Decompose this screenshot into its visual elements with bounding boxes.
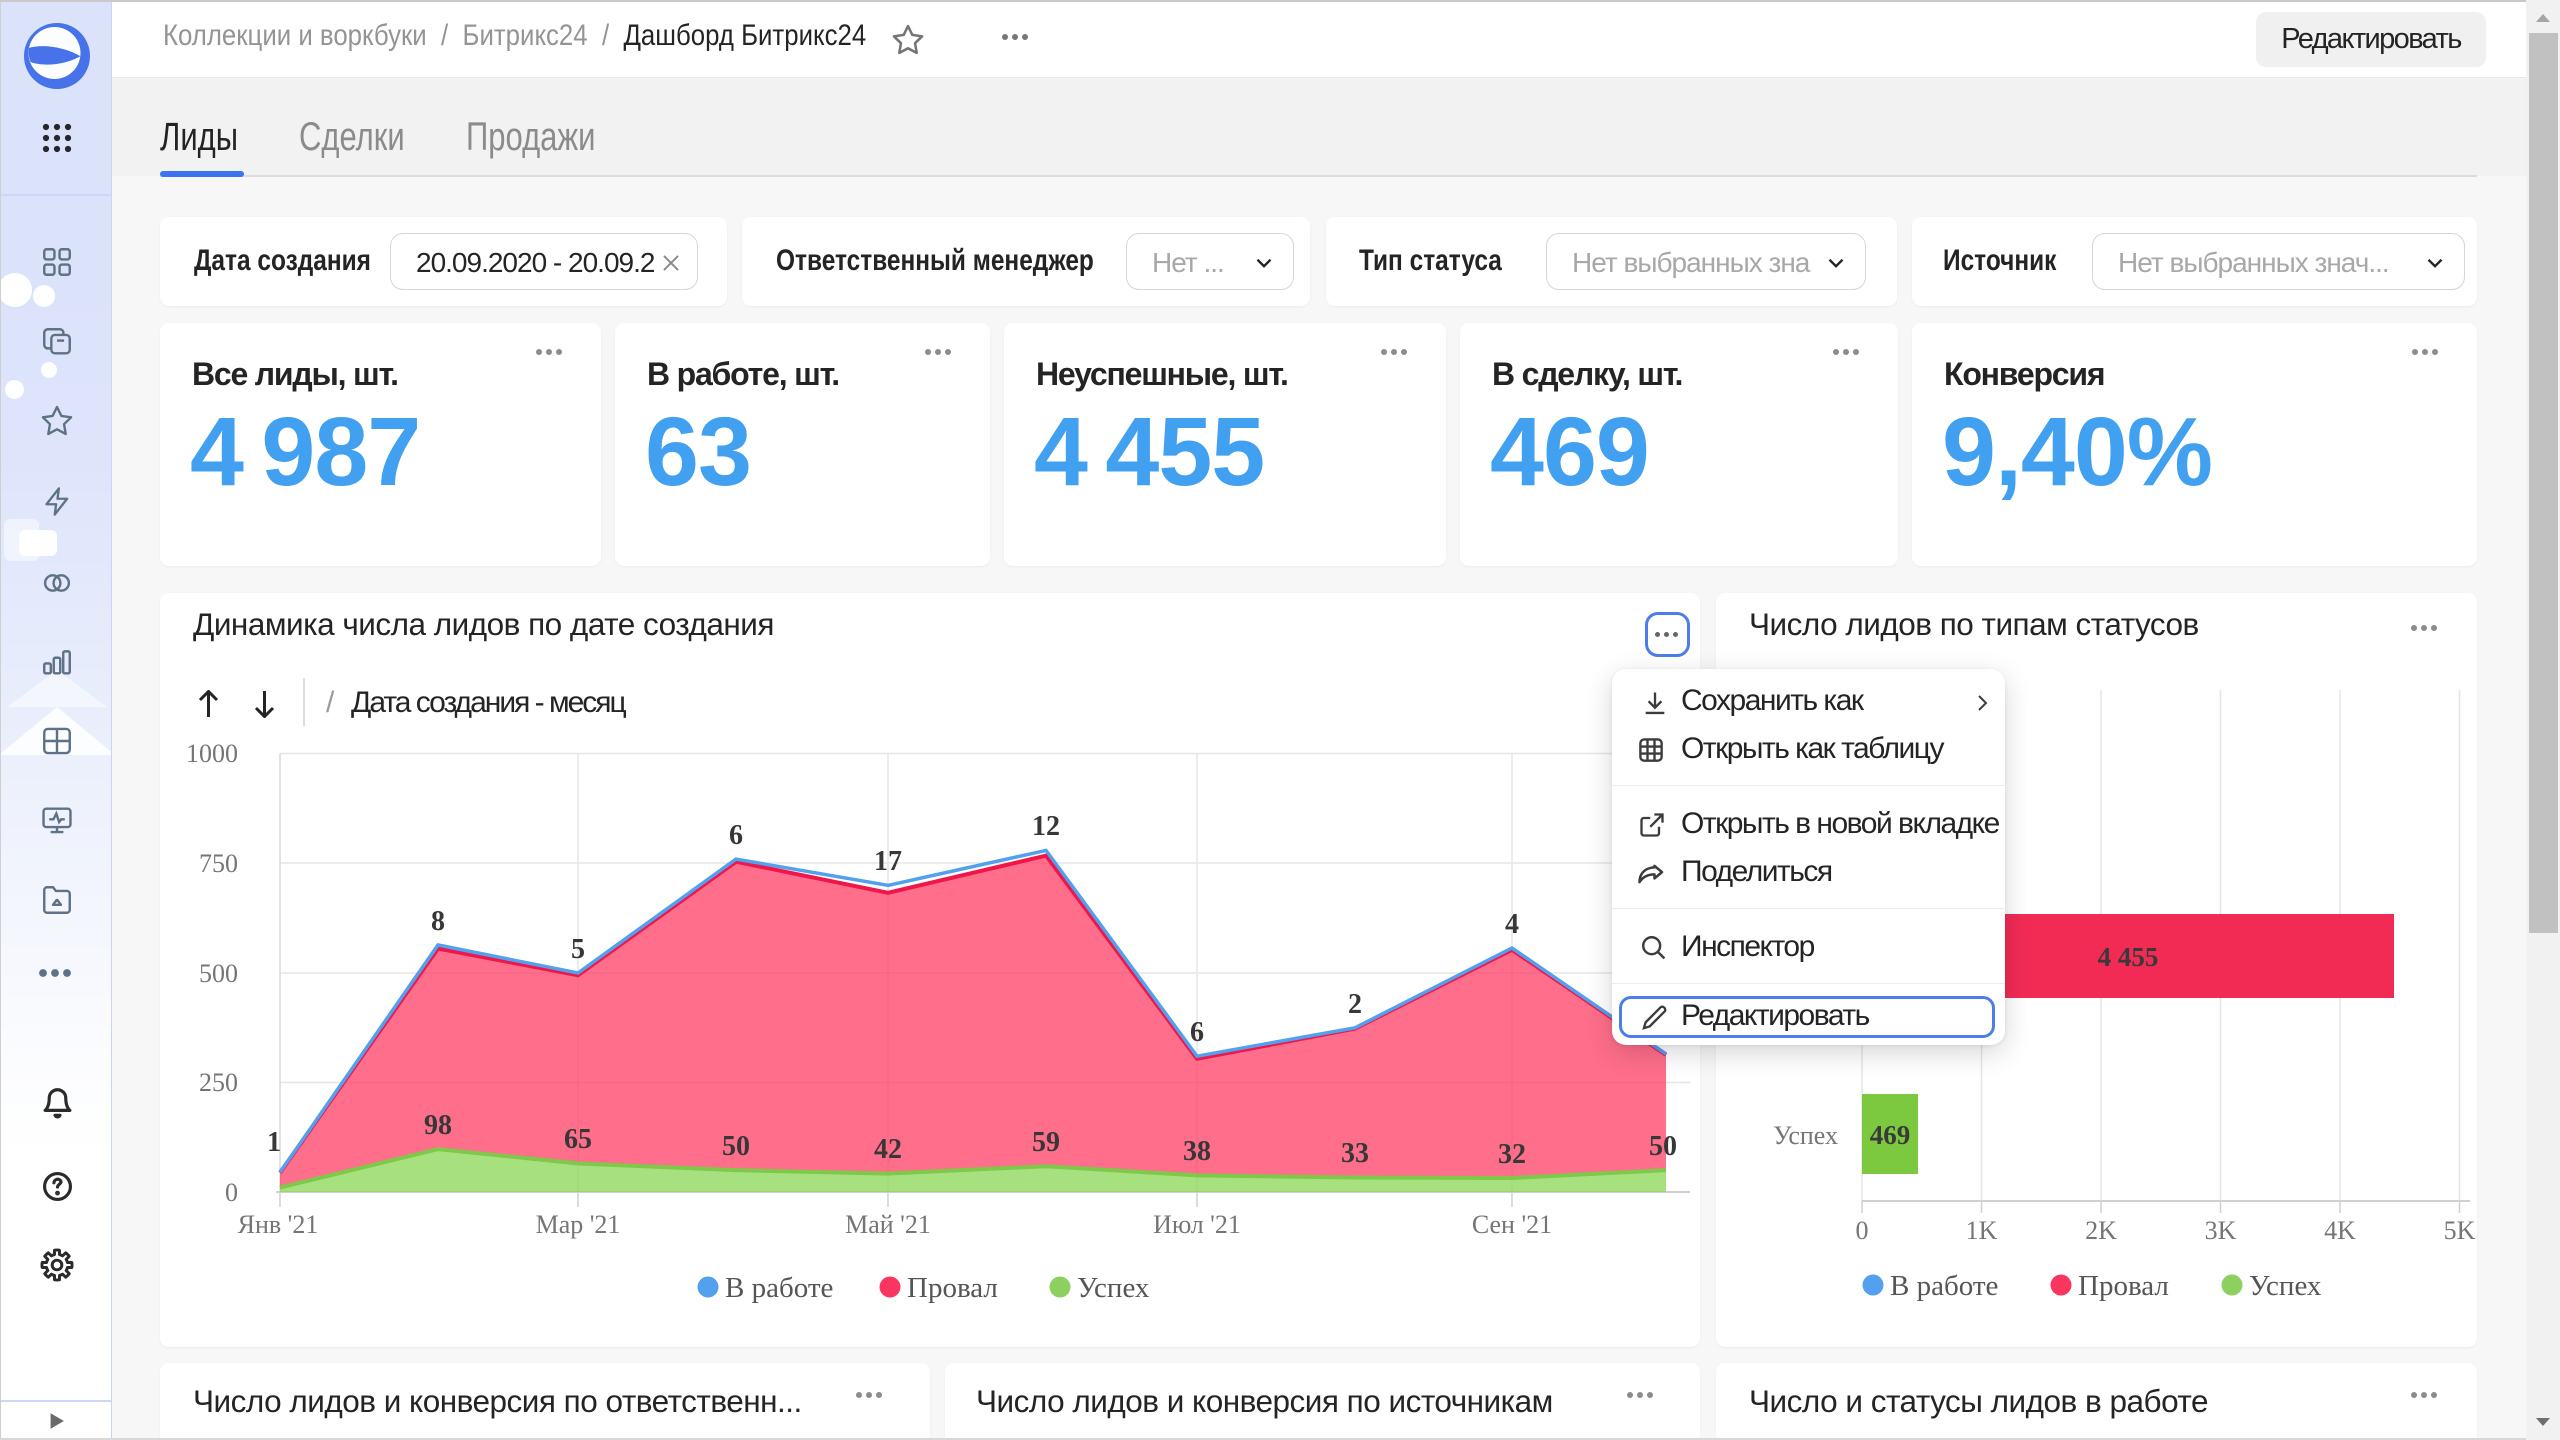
svg-text:3K: 3K	[2205, 1216, 2237, 1245]
svg-text:500: 500	[199, 959, 238, 988]
svg-text:50: 50	[722, 1131, 750, 1162]
svg-text:12: 12	[1032, 811, 1060, 842]
svg-text:2: 2	[1348, 989, 1362, 1020]
svg-text:Мар '21: Мар '21	[536, 1210, 621, 1239]
svg-text:Провал: Провал	[2078, 1270, 2169, 1302]
svg-text:Успех: Успех	[1773, 1121, 1838, 1150]
svg-text:Успех: Успех	[2249, 1270, 2322, 1302]
svg-text:Май '21: Май '21	[845, 1210, 931, 1239]
svg-text:Янв '21: Янв '21	[238, 1210, 319, 1239]
svg-text:38: 38	[1183, 1136, 1211, 1167]
svg-text:33: 33	[1341, 1138, 1369, 1169]
svg-text:42: 42	[874, 1134, 902, 1165]
svg-text:750: 750	[199, 849, 238, 878]
svg-text:65: 65	[564, 1124, 592, 1155]
svg-text:0: 0	[1856, 1216, 1869, 1245]
svg-text:6: 6	[1190, 1017, 1204, 1048]
svg-text:50: 50	[1649, 1131, 1677, 1162]
svg-text:4K: 4K	[2324, 1216, 2356, 1245]
svg-text:В работе: В работе	[725, 1272, 833, 1304]
svg-text:1000: 1000	[186, 739, 238, 768]
svg-text:6: 6	[729, 820, 743, 851]
svg-text:Июл '21: Июл '21	[1153, 1210, 1241, 1239]
svg-text:2K: 2K	[2085, 1216, 2117, 1245]
svg-text:5: 5	[571, 934, 585, 965]
svg-text:4 455: 4 455	[2098, 942, 2159, 972]
svg-text:В работе: В работе	[1890, 1270, 1998, 1302]
svg-text:250: 250	[199, 1068, 238, 1097]
svg-text:8: 8	[431, 906, 445, 937]
svg-text:17: 17	[874, 846, 902, 877]
svg-text:5K: 5K	[2444, 1216, 2476, 1245]
svg-text:469: 469	[1870, 1120, 1911, 1150]
svg-text:1K: 1K	[1966, 1216, 1998, 1245]
svg-text:1: 1	[267, 1127, 281, 1158]
svg-text:Провал: Провал	[907, 1272, 998, 1304]
svg-text:32: 32	[1498, 1139, 1526, 1170]
svg-text:4: 4	[1505, 909, 1519, 940]
svg-text:59: 59	[1032, 1127, 1060, 1158]
svg-text:Сен '21: Сен '21	[1472, 1210, 1552, 1239]
svg-text:Успех: Успех	[1077, 1272, 1150, 1304]
svg-text:98: 98	[424, 1110, 452, 1141]
svg-text:0: 0	[225, 1178, 238, 1207]
